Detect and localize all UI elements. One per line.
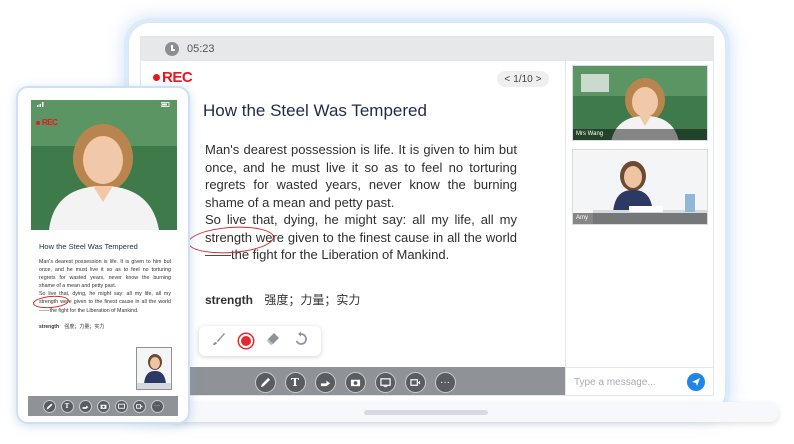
participant-name: Amy	[573, 213, 707, 224]
pencil-icon[interactable]	[254, 371, 276, 393]
bottom-toolbar: T ···	[141, 367, 565, 395]
teacher-video[interactable]: Mrs Wang	[572, 65, 708, 141]
share-icon[interactable]	[314, 371, 336, 393]
page-indicator: 1/10	[513, 73, 533, 85]
more-icon[interactable]: ···	[434, 371, 456, 393]
phone-document-title: How the Steel Was Tempered	[39, 242, 138, 251]
phone-vocab-word: strength	[39, 324, 59, 330]
phone-teacher-video[interactable]: REC	[31, 100, 177, 230]
send-button[interactable]	[687, 373, 705, 391]
screen-share-icon[interactable]	[374, 371, 396, 393]
next-page-button[interactable]: >	[536, 74, 542, 85]
video-icon[interactable]	[132, 399, 146, 413]
page-navigator: < 1/10 >	[497, 71, 549, 87]
phone-recording-indicator: REC	[36, 118, 58, 127]
rec-label: REC	[162, 69, 193, 86]
phone-status-bar	[31, 100, 177, 110]
camera-icon[interactable]	[344, 371, 366, 393]
recording-indicator: REC	[153, 69, 193, 86]
participant-name: Mrs Wang	[573, 129, 707, 140]
brush-icon[interactable]	[211, 331, 227, 351]
session-timer: 05:23	[187, 43, 215, 55]
camera-icon[interactable]	[96, 399, 110, 413]
student-video[interactable]: Amy	[572, 149, 708, 225]
document-paragraph: Man's dearest possession is life. It is …	[205, 142, 517, 210]
text-icon[interactable]: T	[60, 399, 74, 413]
top-bar: 05:23	[141, 37, 713, 61]
side-panel: Mrs Wang Amy Type a message...	[565, 61, 713, 395]
phone-screen: REC How the Steel Was Tempered Man's dea…	[28, 98, 178, 416]
signal-icon	[37, 102, 47, 108]
battery-icon	[160, 102, 171, 108]
pen-tool-palette	[199, 326, 321, 356]
phone-document-paragraph: Man's dearest possession is life. It is …	[39, 259, 171, 290]
eraser-icon[interactable]	[265, 331, 281, 351]
phone-rec-label: REC	[42, 118, 58, 127]
vocabulary-entry: strength 强度；力量；实力	[205, 291, 360, 308]
phone-vocab-meaning: 强度；力量；实力	[64, 324, 105, 330]
screen-share-icon[interactable]	[114, 399, 128, 413]
phone-student-image	[137, 348, 171, 389]
phone-student-video[interactable]	[136, 347, 172, 390]
vocab-word: strength	[205, 293, 253, 307]
prev-page-button[interactable]: <	[504, 74, 510, 85]
red-color-dot[interactable]	[239, 334, 253, 348]
text-icon[interactable]: T	[284, 371, 306, 393]
share-icon[interactable]	[78, 399, 92, 413]
laptop-notch	[364, 410, 488, 415]
pencil-icon[interactable]	[42, 399, 56, 413]
record-dot-icon	[36, 120, 40, 125]
undo-icon[interactable]	[293, 331, 309, 351]
record-dot-icon	[153, 74, 160, 81]
phone-vocabulary-entry: strength 强度；力量；实力	[39, 323, 104, 330]
more-icon[interactable]: ···	[150, 399, 164, 413]
phone-bottom-toolbar: T ···	[28, 396, 178, 416]
send-icon	[692, 378, 700, 386]
document-title: How the Steel Was Tempered	[203, 101, 427, 120]
phone-frame: REC How the Steel Was Tempered Man's dea…	[16, 86, 190, 424]
laptop-screen: 05:23 REC < 1/10 > How the Steel Was Tem…	[140, 36, 714, 396]
vocab-meaning: 强度；力量；实力	[264, 293, 361, 307]
video-icon[interactable]	[404, 371, 426, 393]
clock-icon	[165, 42, 179, 56]
